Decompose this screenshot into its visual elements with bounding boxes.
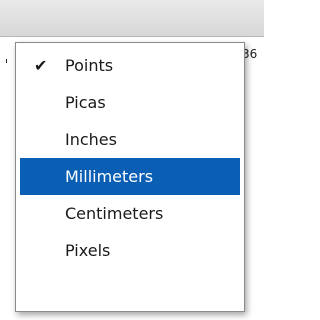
menu-item-points[interactable]: ✔ Points	[16, 47, 244, 84]
checkmark-icon: ✔	[34, 56, 48, 75]
menu-item-centimeters[interactable]: Centimeters	[16, 195, 244, 232]
menu-item-label: Centimeters	[65, 204, 164, 223]
menu-item-pixels[interactable]: Pixels	[16, 232, 244, 269]
menu-item-inches[interactable]: Inches	[16, 121, 244, 158]
menu-item-label: Inches	[65, 130, 117, 149]
ruler-units-menu: ✔ Points Picas Inches Millimeters Centim…	[15, 42, 245, 312]
menu-item-label: Pixels	[65, 241, 111, 260]
menu-item-label: Points	[65, 56, 114, 75]
menu-item-picas[interactable]: Picas	[16, 84, 244, 121]
menu-item-label: Millimeters	[65, 167, 154, 186]
menu-item-label: Picas	[65, 93, 106, 112]
ruler-minor-tick	[6, 59, 7, 63]
menu-item-millimeters[interactable]: Millimeters	[20, 158, 240, 195]
toolbar-area	[0, 0, 264, 37]
